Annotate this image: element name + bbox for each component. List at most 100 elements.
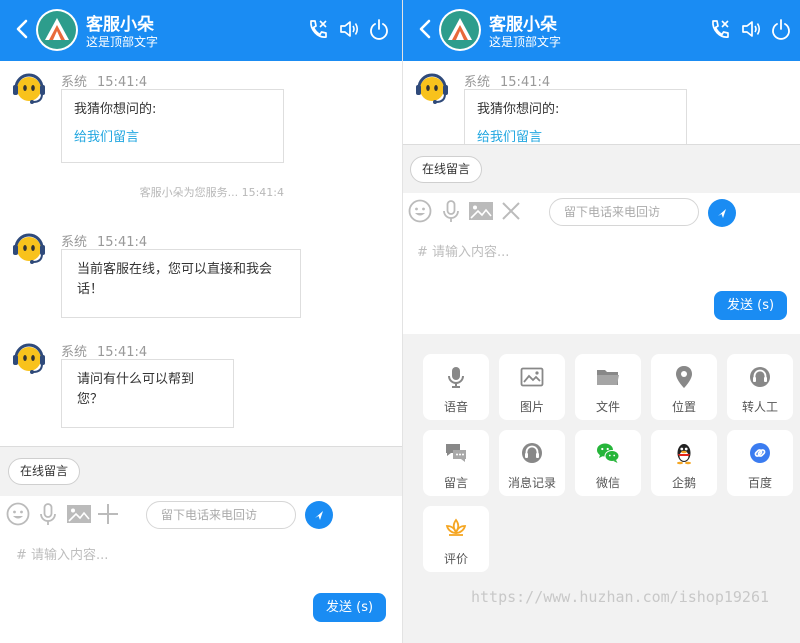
function-history[interactable]: 消息记录	[499, 430, 565, 496]
image-icon	[520, 367, 544, 387]
function-qq[interactable]: 企鹅	[651, 430, 717, 496]
message-time: 15:41:4	[97, 235, 148, 250]
sender-name: 系统	[61, 235, 88, 250]
headset-icon	[522, 443, 542, 463]
folder-icon	[597, 370, 619, 385]
close-icon[interactable]	[499, 199, 523, 223]
emoji-icon[interactable]	[408, 199, 432, 223]
bot-avatar-icon	[13, 343, 45, 374]
divider	[0, 446, 402, 447]
system-notice: 客服小朵为您服务... 15:41:4	[139, 186, 284, 199]
bot-avatar-icon	[416, 73, 448, 104]
function-wechat[interactable]: 微信	[575, 430, 641, 496]
message-time: 15:41:4	[500, 75, 551, 90]
plus-icon[interactable]	[96, 502, 120, 526]
function-label: 转人工	[741, 400, 778, 414]
function-baidu[interactable]: 百度	[727, 430, 793, 496]
back-icon[interactable]	[415, 16, 437, 42]
send-button[interactable]: 发送 (s)	[313, 593, 387, 622]
message-meta: 系统 15:41:4	[61, 231, 147, 250]
message-text: 话！	[77, 282, 104, 297]
speaker-icon[interactable]	[338, 17, 360, 41]
headset-icon	[750, 367, 770, 387]
location-icon	[676, 366, 692, 388]
function-location[interactable]: 位置	[651, 354, 717, 420]
message-meta: 系统 15:41:4	[61, 341, 147, 360]
chat-panel-right: 客服小朵 这是顶部文字 系统 15:41:4 我猜你想问的: 给我们留言 在线留言…	[403, 0, 800, 643]
function-rate[interactable]: 评价	[423, 506, 489, 572]
bot-avatar-icon	[13, 73, 45, 104]
leave-message-button[interactable]: 在线留言	[8, 458, 81, 485]
message-text: 当前客服在线，您可以直接和我会	[77, 262, 273, 277]
bot-avatar-icon	[13, 233, 45, 264]
back-icon[interactable]	[12, 16, 34, 42]
function-leave-message[interactable]: 留言	[423, 430, 489, 496]
function-label: 位置	[671, 400, 696, 414]
leave-message-button[interactable]: 在线留言	[410, 156, 483, 183]
message-text: 我猜你想问的:	[74, 102, 157, 117]
function-voice[interactable]: 语音	[423, 354, 489, 420]
agent-logo	[439, 9, 481, 51]
message-meta: 系统 15:41:4	[61, 71, 147, 90]
function-label: 百度	[747, 476, 772, 490]
function-label: 消息记录	[507, 476, 556, 490]
image-icon[interactable]	[468, 199, 494, 223]
speaker-icon[interactable]	[740, 17, 762, 41]
chat-header: 客服小朵 这是顶部文字	[0, 0, 402, 61]
watermark-text: https://www.huzhan.com/ishop19261	[471, 588, 770, 606]
wechat-icon	[597, 443, 620, 463]
callback-send-button[interactable]	[305, 501, 333, 529]
function-label: 企鹅	[671, 476, 696, 490]
phone-callback-input[interactable]: 留下电话来电回访	[146, 501, 296, 529]
chat-panel-left: 客服小朵 这是顶部文字 系统 15:41:4 我猜你想问的: 给我们留言 客服小朵…	[0, 0, 403, 643]
message-time: 15:41:4	[97, 345, 148, 360]
power-icon[interactable]	[770, 17, 792, 41]
function-file[interactable]: 文件	[575, 354, 641, 420]
function-panel: 语音 图片 文件 位置 转人工 留言 消息记录 微信 企鹅 百度 评价 http…	[403, 334, 800, 643]
baidu-icon	[750, 443, 770, 463]
function-label: 图片	[519, 400, 544, 414]
agent-name: 客服小朵	[489, 15, 557, 35]
message-text: 请问有什么可以帮到	[77, 372, 195, 387]
callback-send-button[interactable]	[708, 199, 736, 227]
function-label: 语音	[443, 400, 468, 414]
phone-callback-input[interactable]: 留下电话来电回访	[549, 198, 699, 226]
function-label: 评价	[443, 552, 468, 566]
header-subtitle: 这是顶部文字	[86, 35, 159, 49]
send-arrow-icon	[718, 209, 726, 218]
send-arrow-icon	[315, 511, 323, 520]
header-subtitle: 这是顶部文字	[489, 35, 562, 49]
message-bubble: 当前客服在线，您可以直接和我会 话！	[61, 249, 301, 318]
message-time: 15:41:4	[97, 75, 148, 90]
image-icon[interactable]	[66, 502, 92, 526]
function-label: 文件	[595, 400, 620, 414]
sender-name: 系统	[61, 75, 88, 90]
microphone-icon	[448, 367, 464, 388]
microphone-icon[interactable]	[36, 502, 60, 526]
chat-header: 客服小朵 这是顶部文字	[403, 0, 800, 61]
emoji-icon[interactable]	[6, 502, 30, 526]
divider	[403, 144, 800, 145]
send-button[interactable]: 发送 (s)	[714, 291, 788, 320]
function-label: 微信	[595, 476, 620, 490]
message-bubble: 我猜你想问的: 给我们留言	[61, 89, 284, 163]
message-input[interactable]: # 请输入内容...	[16, 544, 108, 563]
function-image[interactable]: 图片	[499, 354, 565, 420]
sender-name: 系统	[464, 75, 491, 90]
phone-icon[interactable]	[306, 17, 328, 41]
message-meta: 系统 15:41:4	[464, 71, 550, 90]
message-text: 您？	[77, 392, 104, 407]
leave-message-link[interactable]: 给我们留言	[74, 128, 271, 148]
agent-logo	[36, 9, 78, 51]
chat-bubble-icon	[446, 444, 466, 462]
power-icon[interactable]	[368, 17, 390, 41]
message-input[interactable]: # 请输入内容...	[417, 241, 509, 260]
phone-icon[interactable]	[708, 17, 730, 41]
sender-name: 系统	[61, 345, 88, 360]
function-label: 留言	[443, 476, 468, 490]
lotus-icon	[445, 518, 467, 536]
message-text: 我猜你想问的:	[477, 102, 560, 117]
microphone-icon[interactable]	[439, 199, 463, 223]
qq-icon	[677, 444, 691, 465]
function-transfer-agent[interactable]: 转人工	[727, 354, 793, 420]
